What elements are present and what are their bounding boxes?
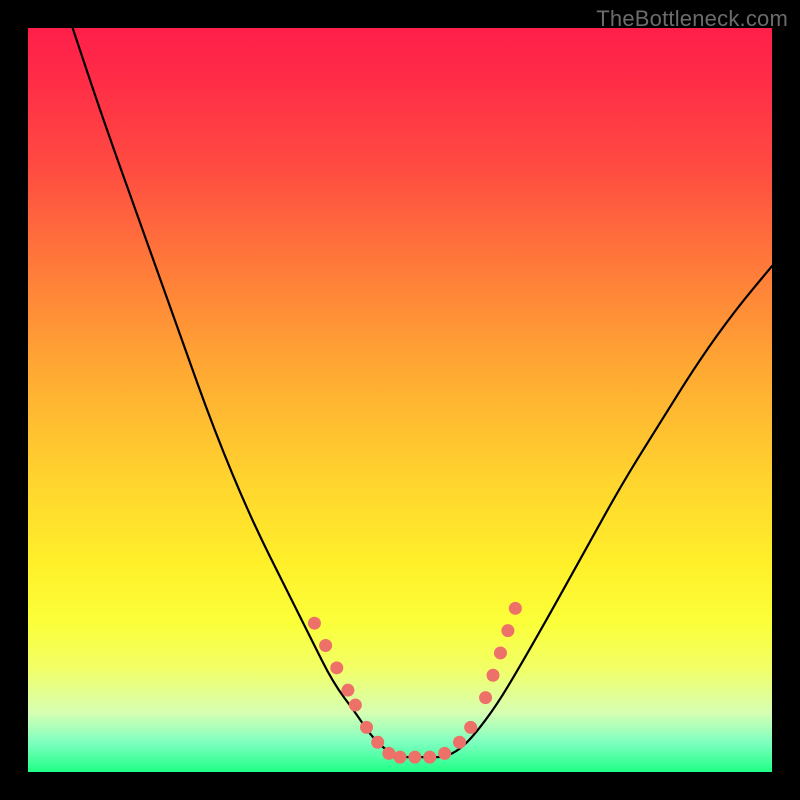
data-marker [330,661,343,674]
data-marker [479,691,492,704]
data-marker [501,624,514,637]
data-marker [319,639,332,652]
data-marker [382,747,395,760]
watermark-text: TheBottleneck.com [596,6,788,32]
data-marker [509,602,522,615]
data-marker [371,736,384,749]
data-marker [423,751,436,764]
curve-layer [28,28,772,772]
data-marker [341,684,354,697]
outer-frame: TheBottleneck.com [0,0,800,800]
data-marker [453,736,466,749]
data-marker [360,721,373,734]
data-marker [464,721,477,734]
bottleneck-curve [73,28,772,757]
data-marker [394,751,407,764]
curve-group [73,28,772,757]
data-marker [308,617,321,630]
data-marker [349,699,362,712]
marker-group [308,602,522,764]
data-marker [487,669,500,682]
plot-area [28,28,772,772]
data-marker [438,747,451,760]
data-marker [494,646,507,659]
data-marker [408,751,421,764]
